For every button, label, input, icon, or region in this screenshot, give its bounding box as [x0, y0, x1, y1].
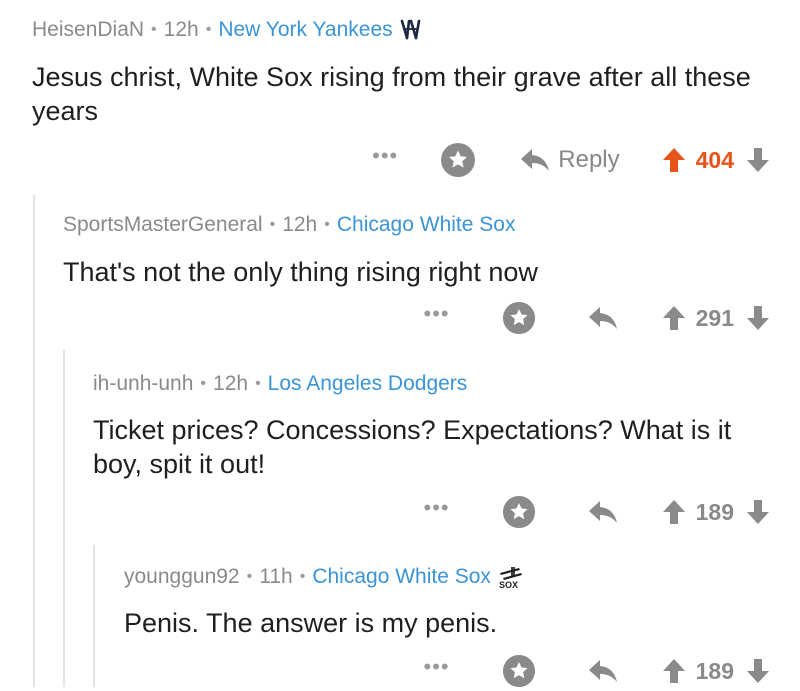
- comment-meta: ih-unh-unh • 12h • Los Angeles Dodgers: [93, 372, 467, 396]
- upvote-arrow-icon: [662, 306, 685, 330]
- more-options-button[interactable]: •••: [424, 303, 450, 325]
- separator-dot: •: [205, 21, 212, 38]
- reply-button[interactable]: [588, 659, 618, 683]
- separator-dot: •: [200, 375, 207, 392]
- thread-line: [63, 350, 65, 687]
- comment-body: That's not the only thing rising right n…: [63, 257, 538, 287]
- comment: SportsMasterGeneral • 12h • Chicago Whit…: [63, 195, 800, 350]
- separator-dot: •: [151, 21, 157, 38]
- thread-line: [93, 545, 95, 687]
- username[interactable]: HeisenDiaN: [32, 18, 144, 42]
- white-sox-logo-icon: SOX: [497, 565, 525, 589]
- reply-button[interactable]: Reply: [520, 146, 620, 174]
- reply-button[interactable]: [588, 500, 618, 524]
- comment-age: 11h: [259, 565, 293, 588]
- svg-text:SOX: SOX: [499, 580, 518, 589]
- downvote-arrow-icon: [747, 148, 769, 172]
- reply-button[interactable]: [588, 306, 618, 330]
- star-icon: [502, 495, 535, 529]
- reply-arrow-icon: [588, 501, 617, 523]
- separator-dot: •: [299, 568, 306, 585]
- separator-dot: •: [324, 216, 330, 233]
- upvote-button[interactable]: [662, 499, 686, 525]
- username[interactable]: younggun92: [124, 565, 240, 589]
- more-options-button[interactable]: •••: [424, 497, 450, 519]
- username[interactable]: ih-unh-unh: [93, 372, 193, 396]
- comment-meta: younggun92 • 11h • Chicago White Sox SOX: [124, 565, 525, 589]
- comment-age: 12h: [282, 213, 318, 236]
- reply-arrow-icon: [588, 660, 617, 682]
- comment: ih-unh-unh • 12h • Los Angeles Dodgers T…: [93, 350, 800, 545]
- upvote-arrow-icon: [662, 659, 685, 683]
- comment-body: Ticket prices? Concessions? Expectations…: [93, 415, 732, 479]
- upvote-button[interactable]: [662, 658, 686, 684]
- reply-label: Reply: [558, 146, 620, 173]
- star-icon: [502, 654, 535, 688]
- star-icon: [502, 301, 535, 335]
- reply-arrow-icon: [588, 307, 617, 329]
- upvote-button[interactable]: [662, 147, 686, 173]
- comment-meta: SportsMasterGeneral • 12h • Chicago Whit…: [63, 213, 515, 237]
- comment-actions: ••• 189: [424, 492, 770, 532]
- comment-meta: HeisenDiaN • 12h • New York Yankees: [32, 18, 421, 42]
- downvote-button[interactable]: [746, 147, 770, 173]
- comment-body: Jesus christ, White Sox rising from thei…: [32, 62, 751, 126]
- comment-actions: ••• 291: [424, 298, 770, 338]
- score: 189: [695, 657, 734, 684]
- comment-actions: ••• 189: [424, 651, 770, 691]
- user-flair: Los Angeles Dodgers: [267, 372, 468, 395]
- separator-dot: •: [246, 568, 253, 585]
- comment: HeisenDiaN • 12h • New York Yankees Jesu…: [32, 0, 800, 195]
- comment: younggun92 • 11h • Chicago White Sox SOX…: [124, 545, 800, 688]
- separator-dot: •: [255, 375, 261, 392]
- more-options-button[interactable]: •••: [424, 656, 450, 678]
- score: 189: [695, 498, 734, 525]
- username[interactable]: SportsMasterGeneral: [63, 213, 263, 237]
- user-flair: Chicago White Sox: [336, 213, 516, 236]
- user-flair: New York Yankees: [218, 18, 393, 41]
- upvote-button[interactable]: [662, 305, 686, 331]
- thread-line: [33, 195, 35, 687]
- downvote-arrow-icon: [747, 659, 769, 683]
- reply-arrow-icon: [521, 149, 550, 171]
- user-flair: Chicago White Sox: [312, 565, 491, 588]
- score: 291: [695, 304, 734, 331]
- comment-body: Penis. The answer is my penis.: [124, 608, 498, 638]
- save-star-button[interactable]: [502, 654, 536, 688]
- downvote-arrow-icon: [747, 500, 769, 524]
- comment-age: 12h: [163, 18, 199, 41]
- save-star-button[interactable]: [502, 301, 536, 335]
- more-options-button[interactable]: •••: [372, 145, 398, 167]
- comment-age: 12h: [213, 372, 249, 395]
- downvote-button[interactable]: [746, 658, 770, 684]
- downvote-button[interactable]: [746, 305, 770, 331]
- star-icon: [441, 143, 476, 177]
- separator-dot: •: [269, 216, 276, 233]
- save-star-button[interactable]: [440, 142, 476, 178]
- upvote-arrow-icon: [662, 148, 685, 172]
- score: 404: [695, 146, 734, 173]
- downvote-button[interactable]: [746, 499, 770, 525]
- comment-actions: ••• Reply 404: [372, 140, 770, 180]
- downvote-arrow-icon: [747, 306, 769, 330]
- upvote-arrow-icon: [662, 500, 685, 524]
- yankees-logo-icon: [399, 18, 421, 42]
- save-star-button[interactable]: [502, 495, 536, 529]
